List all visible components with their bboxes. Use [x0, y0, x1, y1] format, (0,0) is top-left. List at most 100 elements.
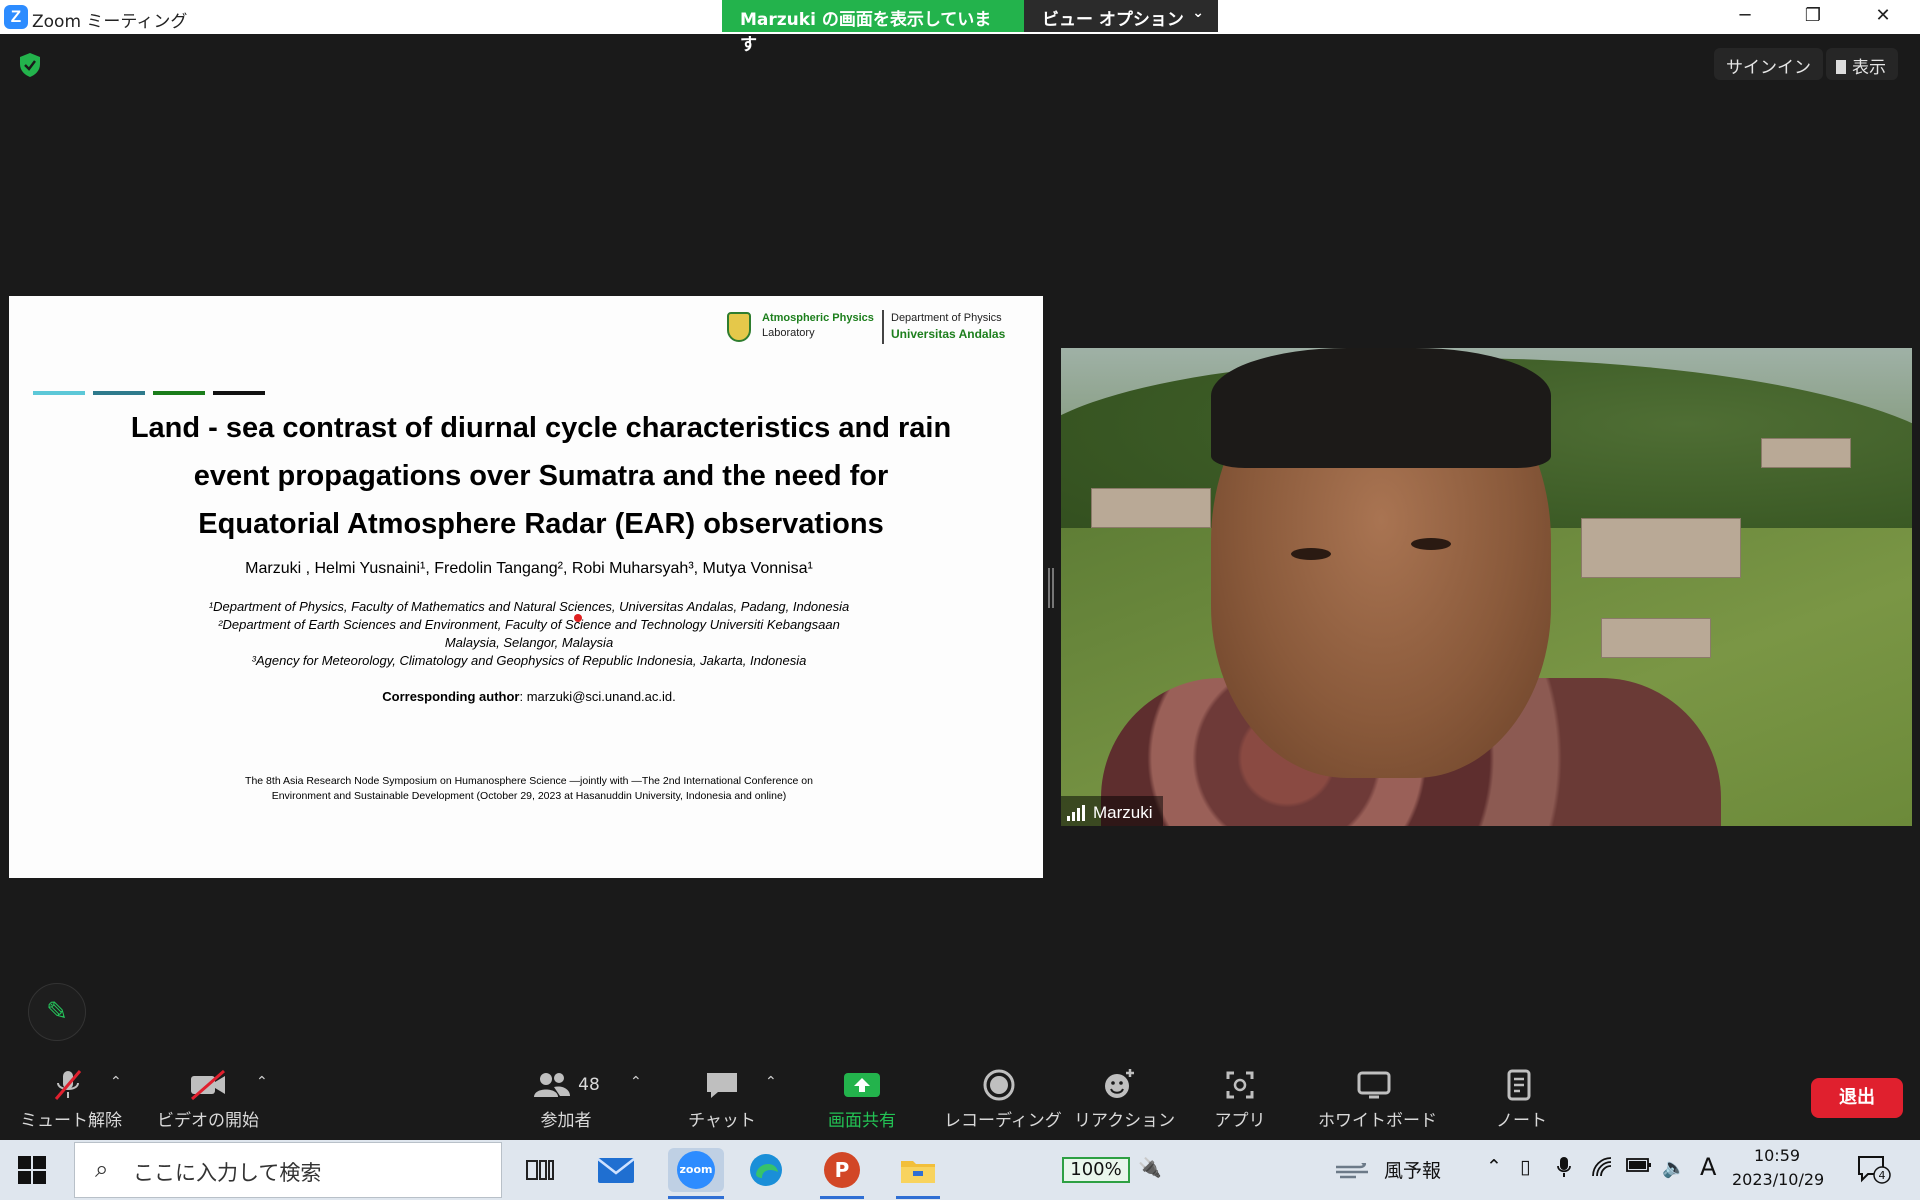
participant-eye [1411, 538, 1451, 550]
participant-hair [1211, 348, 1551, 468]
corresponding-author-label: Corresponding author [382, 689, 520, 704]
start-video-label: ビデオの開始 [157, 1111, 259, 1131]
participants-label: 参加者 [540, 1111, 592, 1131]
powerpoint-active-indicator [820, 1196, 864, 1199]
chat-options-caret[interactable]: ⌃ [765, 1074, 777, 1090]
department-line2: Universitas Andalas [891, 327, 1006, 341]
start-video-button[interactable]: ビデオの開始 [156, 1066, 260, 1131]
volume-icon[interactable]: 🔈 [1662, 1156, 1686, 1179]
apps-button[interactable]: アプリ [1212, 1066, 1268, 1131]
mail-app-icon[interactable] [594, 1148, 638, 1192]
clock-time: 10:59 [1753, 1146, 1801, 1165]
participant-name-tag: Marzuki [1061, 796, 1163, 826]
accent-bar [33, 391, 85, 395]
chat-button[interactable]: チャット [688, 1066, 756, 1131]
view-options-label: ビュー オプション [1042, 10, 1184, 30]
accent-bar [153, 391, 205, 395]
view-button[interactable]: 表示 [1826, 48, 1898, 80]
split-resize-handle[interactable] [1048, 568, 1054, 608]
view-options-button[interactable]: ビュー オプション ⌄ [1024, 0, 1218, 32]
windows-start-icon[interactable] [18, 1156, 46, 1184]
notes-label: ノート [1496, 1111, 1547, 1131]
chevron-down-icon: ⌄ [1192, 5, 1204, 21]
affiliation-line: ²Department of Earth Sciences and Enviro… [218, 617, 840, 632]
accent-bar [93, 391, 145, 395]
leave-button[interactable]: 退出 [1811, 1078, 1903, 1118]
lab-name-line1: Atmospheric Physics [762, 312, 874, 324]
share-screen-button[interactable]: 画面共有 [818, 1066, 906, 1131]
share-banner: Marzuki の画面を表示しています ビュー オプション ⌄ [722, 0, 1218, 55]
audio-options-caret[interactable]: ⌃ [110, 1074, 122, 1090]
zoom-app-label: zoom [677, 1151, 715, 1189]
slide-authors: Marzuki , Helmi Yusnaini¹, Fredolin Tang… [245, 560, 813, 577]
reactions-button[interactable]: リアクション [1074, 1066, 1175, 1131]
taskbar-clock[interactable]: 10:59 2023/10/29 [1732, 1144, 1825, 1192]
participants-options-caret[interactable]: ⌃ [630, 1074, 642, 1090]
whiteboard-button[interactable]: ホワイトボード [1318, 1066, 1437, 1131]
powerpoint-app-icon[interactable]: P [820, 1148, 864, 1192]
taskbar-search-placeholder: ここに入力して検索 [133, 1161, 322, 1185]
ime-indicator[interactable]: A [1700, 1153, 1716, 1181]
video-background-building [1601, 618, 1711, 658]
whiteboard-label: ホワイトボード [1318, 1111, 1437, 1131]
signal-strength-icon [1067, 805, 1085, 821]
sign-in-label: サインイン [1726, 58, 1811, 78]
slide-title-line: event propagations over Sumatra and the … [193, 460, 889, 492]
shield-icon[interactable] [18, 52, 42, 78]
chat-label: チャット [688, 1111, 756, 1131]
corresponding-author-email: : marzuki@sci.unand.ac.id. [519, 689, 676, 704]
wifi-icon[interactable] [1590, 1156, 1614, 1183]
microphone-tray-icon[interactable] [1556, 1156, 1572, 1183]
zoom-app-icon[interactable]: zoom [668, 1148, 724, 1192]
participant-name: Marzuki [1093, 803, 1153, 822]
sign-in-button[interactable]: サインイン [1714, 48, 1823, 80]
battery-icon[interactable] [1626, 1156, 1652, 1179]
microphone-muted-icon [54, 1070, 82, 1100]
zoom-logo-icon: Z [4, 5, 28, 29]
show-hidden-icons-chevron-icon[interactable]: ⌃ [1486, 1156, 1502, 1178]
pencil-icon: ✎ [46, 997, 68, 1027]
zoom-active-indicator [668, 1196, 724, 1199]
edge-browser-icon[interactable] [744, 1148, 788, 1192]
slide-title-line: Land - sea contrast of diurnal cycle cha… [130, 412, 952, 444]
video-background-building [1091, 488, 1211, 528]
powerpoint-app-label: P [824, 1152, 860, 1188]
restore-button[interactable]: ❐ [1778, 0, 1848, 34]
notification-center-icon[interactable]: 4 [1856, 1154, 1892, 1189]
taskbar-search-box[interactable]: ⌕ ここに入力して検索 [74, 1142, 502, 1198]
participant-count: 48 [578, 1075, 600, 1095]
share-status-label: Marzuki の画面を表示しています [722, 0, 1024, 55]
slide-logo: Atmospheric Physics Laboratory Departmen… [727, 310, 1017, 346]
weather-label[interactable]: 風予報 [1384, 1156, 1441, 1183]
wind-weather-icon[interactable] [1334, 1161, 1372, 1179]
logo-divider [882, 310, 884, 344]
record-button[interactable]: レコーディング [944, 1066, 1062, 1131]
smiley-plus-icon [1105, 1069, 1134, 1098]
department-line1: Department of Physics [891, 312, 1002, 324]
slide-title-line: Equatorial Atmosphere Radar (EAR) observ… [198, 508, 884, 540]
chat-bubble-icon [707, 1073, 737, 1098]
meeting-toolbar: ミュート解除 ⌃ ビデオの開始 ⌃ 48 参加者 ⌃ チャット ⌃ 画面共有 レ… [0, 1058, 1920, 1140]
participant-video[interactable]: Marzuki [1061, 348, 1912, 826]
task-view-icon[interactable] [518, 1148, 562, 1192]
video-background-building [1581, 518, 1741, 578]
file-explorer-icon[interactable] [896, 1148, 940, 1192]
power-plug-icon: 🔌 [1138, 1157, 1162, 1179]
conference-line: The 8th Asia Research Node Symposium on … [245, 775, 813, 787]
affiliation-line: Malaysia, Selangor, Malaysia [444, 635, 614, 650]
participants-button[interactable]: 48 参加者 [526, 1066, 606, 1131]
accent-bar [213, 391, 265, 395]
view-label: 表示 [1852, 58, 1886, 78]
close-button[interactable]: ✕ [1848, 0, 1918, 34]
notes-button[interactable]: ノート [1496, 1066, 1547, 1131]
device-icon[interactable]: ▯ [1520, 1156, 1530, 1178]
clock-date: 2023/10/29 [1732, 1170, 1825, 1189]
view-layout-icon [1836, 60, 1846, 74]
unmute-button[interactable]: ミュート解除 [20, 1066, 122, 1131]
video-options-caret[interactable]: ⌃ [256, 1074, 268, 1090]
minimize-button[interactable]: ─ [1710, 0, 1780, 34]
annotate-pencil-button[interactable]: ✎ [28, 983, 86, 1041]
video-background-building [1761, 438, 1851, 468]
shared-screen-slide: Atmospheric Physics Laboratory Departmen… [9, 296, 1043, 878]
conference-note: The 8th Asia Research Node Symposium on … [9, 774, 1049, 804]
